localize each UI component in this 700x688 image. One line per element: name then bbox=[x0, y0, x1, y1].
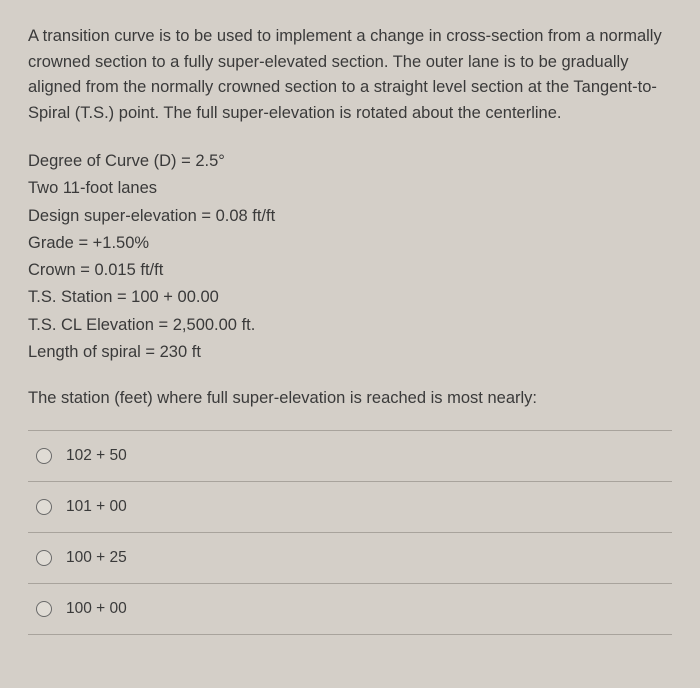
radio-icon bbox=[36, 601, 52, 617]
data-line-superelevation: Design super-elevation = 0.08 ft/ft bbox=[28, 203, 672, 230]
data-line-degree: Degree of Curve (D) = 2.5° bbox=[28, 148, 672, 175]
data-line-lanes: Two 11-foot lanes bbox=[28, 175, 672, 202]
option-label: 100 + 25 bbox=[66, 546, 127, 570]
problem-data: Degree of Curve (D) = 2.5° Two 11-foot l… bbox=[28, 148, 672, 366]
data-line-spiral-length: Length of spiral = 230 ft bbox=[28, 339, 672, 366]
radio-icon bbox=[36, 550, 52, 566]
option-d[interactable]: 100 + 00 bbox=[28, 584, 672, 635]
radio-icon bbox=[36, 499, 52, 515]
option-label: 101 + 00 bbox=[66, 495, 127, 519]
data-line-ts-elevation: T.S. CL Elevation = 2,500.00 ft. bbox=[28, 312, 672, 339]
data-line-ts-station: T.S. Station = 100 + 00.00 bbox=[28, 284, 672, 311]
option-b[interactable]: 101 + 00 bbox=[28, 482, 672, 533]
question-prompt: The station (feet) where full super-elev… bbox=[28, 386, 672, 412]
option-a[interactable]: 102 + 50 bbox=[28, 431, 672, 482]
option-c[interactable]: 100 + 25 bbox=[28, 533, 672, 584]
data-line-crown: Crown = 0.015 ft/ft bbox=[28, 257, 672, 284]
option-label: 102 + 50 bbox=[66, 444, 127, 468]
data-line-grade: Grade = +1.50% bbox=[28, 230, 672, 257]
radio-icon bbox=[36, 448, 52, 464]
problem-intro: A transition curve is to be used to impl… bbox=[28, 24, 672, 126]
options-list: 102 + 50 101 + 00 100 + 25 100 + 00 bbox=[28, 430, 672, 635]
option-label: 100 + 00 bbox=[66, 597, 127, 621]
